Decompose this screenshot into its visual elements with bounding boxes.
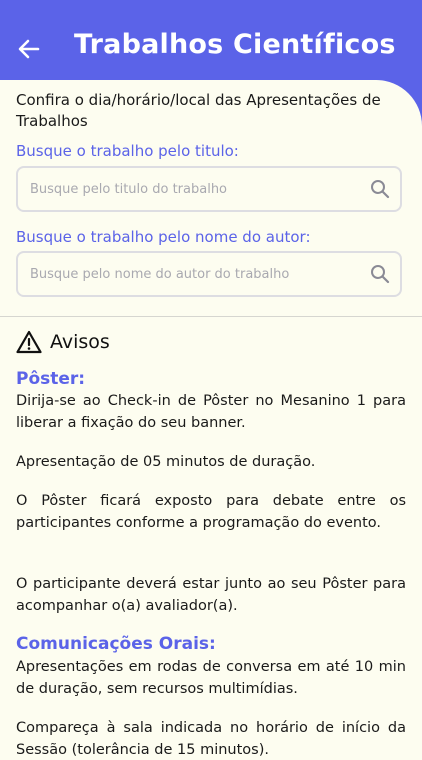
search-icon[interactable]	[370, 179, 390, 199]
intro-text: Confira o dia/horário/local das Apresent…	[16, 91, 381, 130]
poster-title: Pôster:	[16, 369, 86, 389]
avisos-header: Avisos	[16, 328, 110, 356]
page-title: Trabalhos Científicos	[74, 29, 396, 60]
search-title-label: Busque o trabalho pelo titulo:	[16, 142, 239, 160]
arrow-left-icon	[18, 39, 40, 59]
orais-title: Comunicações Orais:	[16, 634, 216, 654]
back-button[interactable]	[14, 34, 44, 64]
orais-paragraph: Compareça à sala indicada no horário de …	[16, 720, 406, 758]
orais-paragraph: Apresentações em rodas de conversa em at…	[16, 659, 406, 697]
search-title-input[interactable]	[30, 168, 360, 210]
poster-paragraph: Apresentação de 05 minutos de duração.	[16, 454, 316, 470]
poster-paragraph: Dirija-se ao Check-in de Pôster no Mesan…	[16, 393, 406, 431]
search-title-box	[16, 166, 402, 212]
poster-paragraph: O participante deverá estar junto ao seu…	[16, 576, 406, 614]
warning-icon	[16, 330, 42, 354]
search-author-input[interactable]	[30, 253, 360, 295]
search-icon[interactable]	[370, 264, 390, 284]
search-author-label: Busque o trabalho pelo nome do autor:	[16, 228, 311, 246]
search-author-box	[16, 251, 402, 297]
poster-paragraph: O Pôster ficará exposto para debate entr…	[16, 493, 406, 531]
content-card: Confira o dia/horário/local das Apresent…	[0, 80, 422, 760]
divider	[0, 316, 422, 317]
avisos-title: Avisos	[50, 331, 110, 353]
